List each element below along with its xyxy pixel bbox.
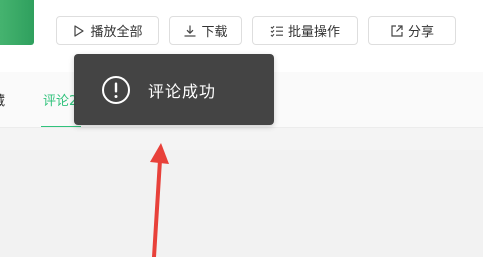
batch-list-icon bbox=[270, 24, 284, 38]
playlist-cover[interactable] bbox=[0, 0, 34, 45]
page: 播放全部 下载 批量操作 分享 评论2 评论成功 bbox=[0, 0, 483, 257]
tab-favorites[interactable]: 藏 bbox=[0, 93, 5, 111]
red-arrow-annotation bbox=[150, 143, 169, 257]
download-icon bbox=[183, 24, 197, 38]
download-label: 下载 bbox=[201, 25, 228, 40]
share-icon bbox=[390, 24, 404, 38]
play-all-button[interactable]: 播放全部 bbox=[56, 16, 159, 45]
tab-divider bbox=[0, 127, 483, 128]
tab-comments[interactable]: 评论2 bbox=[43, 93, 77, 111]
play-icon bbox=[72, 24, 86, 38]
success-toast: 评论成功 bbox=[74, 54, 274, 125]
batch-operation-button[interactable]: 批量操作 bbox=[252, 16, 358, 45]
share-label: 分享 bbox=[407, 25, 434, 40]
batch-operation-label: 批量操作 bbox=[287, 25, 340, 40]
comments-content-area bbox=[0, 150, 483, 257]
toolbar: 播放全部 下载 批量操作 分享 bbox=[56, 16, 456, 45]
exclamation-circle-icon bbox=[101, 75, 131, 105]
toast-message: 评论成功 bbox=[148, 81, 217, 101]
share-button[interactable]: 分享 bbox=[368, 16, 456, 45]
download-button[interactable]: 下载 bbox=[169, 16, 242, 45]
play-all-label: 播放全部 bbox=[90, 25, 143, 40]
